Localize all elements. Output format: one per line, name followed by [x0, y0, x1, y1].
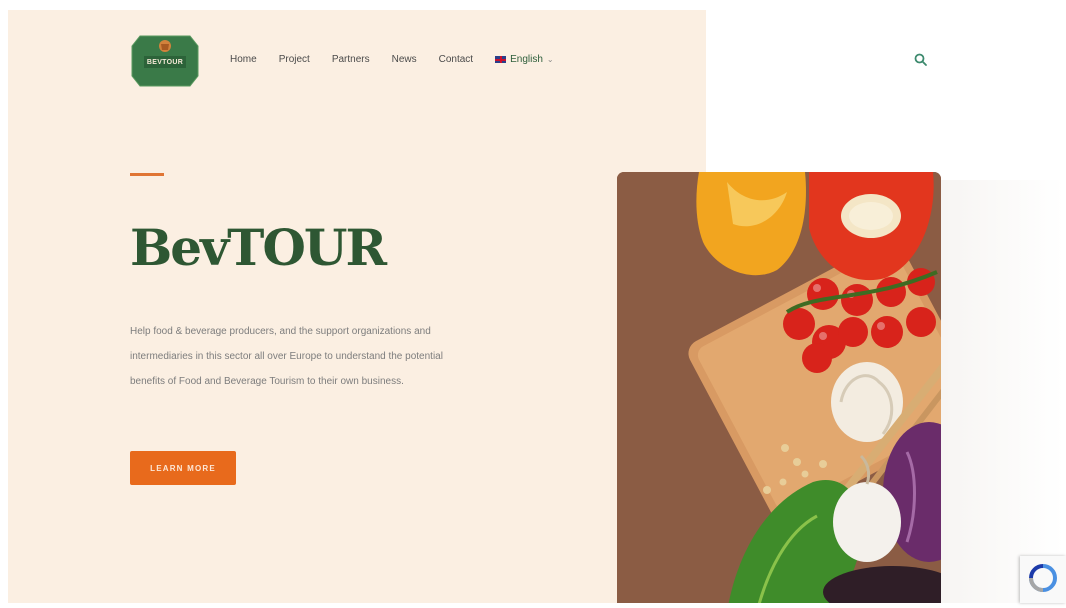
image-shadow	[938, 180, 1064, 603]
uk-flag-icon	[495, 56, 507, 63]
logo-text: BEVTOUR	[146, 59, 184, 66]
learn-more-button[interactable]: LEARN MORE	[130, 451, 236, 485]
search-icon[interactable]	[913, 52, 929, 68]
hero-title: BevTOUR	[130, 218, 387, 277]
recaptcha-badge[interactable]	[1020, 556, 1066, 603]
nav-partners[interactable]: Partners	[332, 54, 370, 65]
language-label: English	[510, 54, 543, 65]
hero-food-image	[617, 172, 941, 603]
main-nav: Home Project Partners News Contact Engli…	[230, 54, 554, 65]
site-logo[interactable]: BEVTOUR	[130, 32, 200, 88]
hero-description: Help food & beverage producers, and the …	[130, 326, 443, 387]
page: BEVTOUR Home Project Partners News Conta…	[8, 10, 1064, 603]
nav-project[interactable]: Project	[279, 54, 310, 65]
accent-line	[130, 173, 164, 176]
nav-contact[interactable]: Contact	[439, 54, 473, 65]
nav-news[interactable]: News	[392, 54, 417, 65]
chevron-down-icon: ⌄	[546, 55, 554, 64]
vegetables-illustration	[617, 172, 941, 603]
recaptcha-icon	[1029, 564, 1057, 592]
language-selector[interactable]: English ⌄	[495, 54, 554, 65]
nav-home[interactable]: Home	[230, 54, 257, 65]
